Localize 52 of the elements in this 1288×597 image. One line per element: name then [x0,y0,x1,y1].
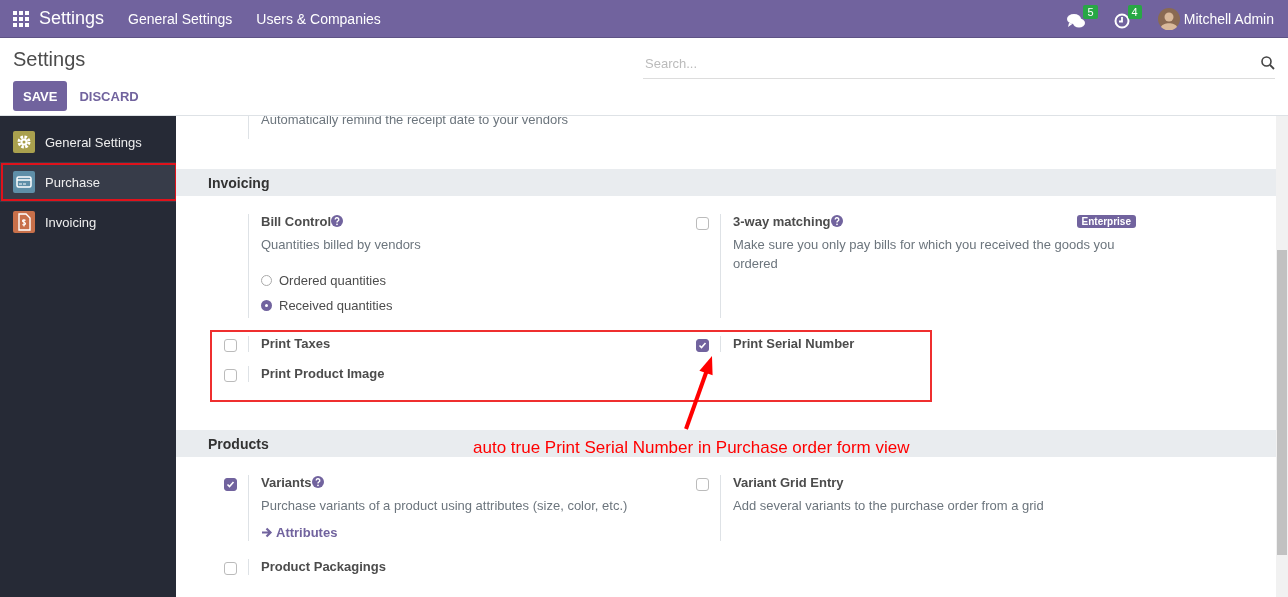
checkbox[interactable] [223,478,237,491]
search-icon[interactable] [1261,56,1275,70]
checkbox[interactable] [695,217,709,230]
app-icon [13,211,35,233]
save-button[interactable]: SAVE [13,81,68,111]
app-title: Settings [39,8,105,29]
arrow-right-icon [261,527,273,538]
chat-icon[interactable] [1067,12,1086,29]
enterprise-badge: Enterprise [1076,215,1136,228]
setting-label: Bill Control [261,214,344,229]
counter-badge: 4 [1127,4,1142,19]
setting-description: Quantities billed by vendors [261,236,422,254]
help-icon[interactable] [331,215,344,227]
menu-item[interactable]: General Settings [128,10,233,27]
checkbox[interactable] [223,562,237,575]
setting-label: Product Packagings [261,559,386,574]
annotation-text: auto true Print Serial Number in Purchase order form view [473,438,910,458]
setting-description: Add several variants to the purchase order from a grid [733,497,1045,515]
app-icon [13,131,35,153]
help-icon[interactable] [830,215,843,227]
page-title: Settings [13,48,87,72]
sidebar-item[interactable]: General Settings [0,122,176,162]
counter-badge: 5 [1083,4,1098,19]
scrollbar[interactable] [1276,116,1288,597]
checkbox[interactable] [695,339,709,352]
setting-label: Variant Grid Entry [733,475,844,490]
avatar-icon[interactable] [1157,7,1180,30]
radio-button[interactable] [261,300,272,311]
setting-label: Variants [261,475,324,490]
checkmark-icon [697,341,707,350]
attributes-link[interactable]: Attributes [261,525,338,540]
sidebar-item[interactable]: Purchase [0,162,178,202]
setting-label: 3-way matching [733,214,843,229]
checkbox[interactable] [223,339,237,352]
checkbox[interactable] [695,478,709,491]
clock-icon[interactable] [1113,12,1130,29]
menu-item[interactable]: Users & Companies [256,10,381,27]
help-icon[interactable] [311,476,324,488]
discard-button[interactable]: DISCARD [69,81,149,111]
checkbox[interactable] [223,369,237,382]
user-name[interactable]: Mitchell Admin [1183,10,1274,27]
setting-description: Make sure you only pay bills for which you received the goods you ordered [733,236,1116,273]
checkmark-icon [225,480,235,489]
setting-label: Print Taxes [261,336,331,351]
sidebar-item[interactable]: Invoicing [0,202,176,242]
apps-menu-icon[interactable] [13,10,29,27]
setting-label: Print Product Image [261,366,385,381]
setting-label: Print Serial Number [733,336,855,351]
setting-description: Purchase variants of a product using attributes (size, color, etc.) [261,497,629,515]
option-label: Received quantities [279,298,393,313]
app-icon [13,171,35,193]
option-label: Ordered quantities [279,273,386,288]
